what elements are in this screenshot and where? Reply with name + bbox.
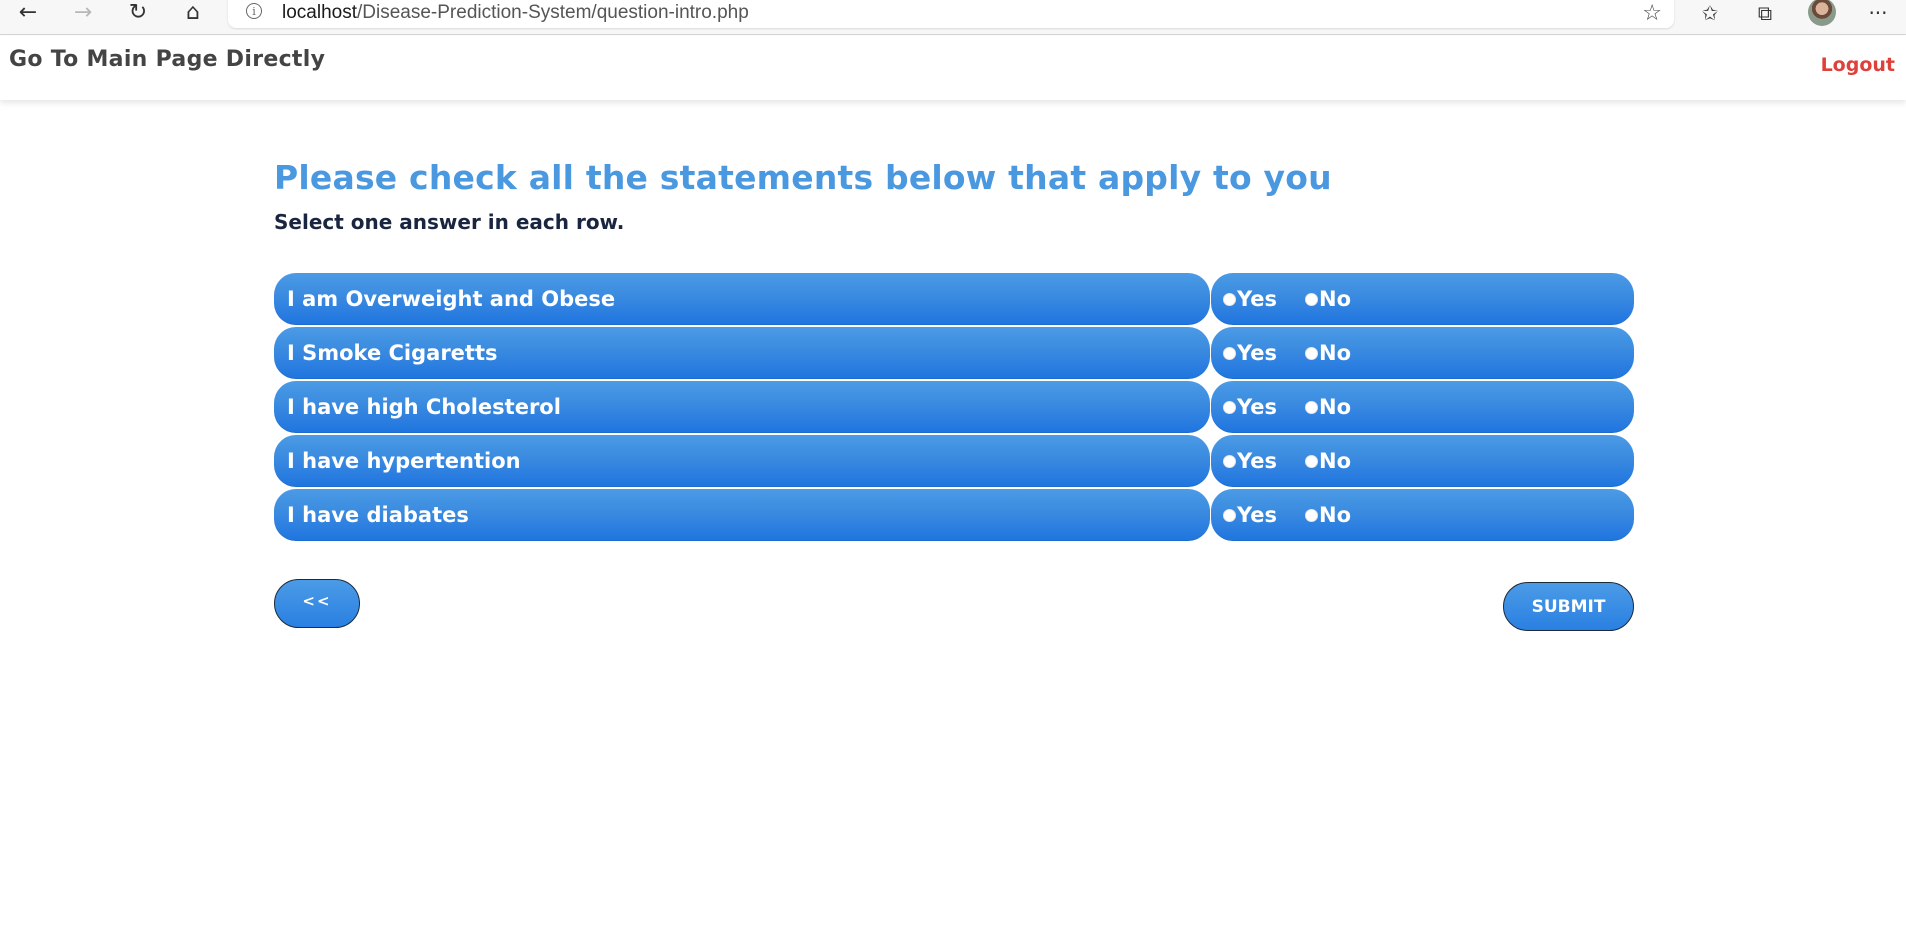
yes-option[interactable]: Yes	[1223, 341, 1277, 365]
yes-option[interactable]: Yes	[1223, 287, 1277, 311]
logout-link[interactable]: Logout	[1821, 54, 1895, 76]
question-text: I am Overweight and Obese	[287, 287, 616, 311]
question-cell: I am Overweight and Obese	[274, 273, 1210, 325]
question-row: I am Overweight and Obese Yes No	[274, 273, 1634, 327]
answer-cell: Yes No	[1211, 381, 1634, 433]
yes-label: Yes	[1237, 341, 1278, 365]
site-header: Go To Main Page Directly Logout	[0, 36, 1906, 100]
back-button[interactable]: <<	[274, 579, 360, 628]
no-label: No	[1319, 503, 1352, 527]
question-cell: I have hypertention	[274, 435, 1210, 487]
back-arrow-icon[interactable]: ←	[10, 0, 46, 26]
no-radio[interactable]	[1305, 292, 1319, 306]
url-path: /Disease-Prediction-System/question-intr…	[357, 2, 749, 23]
url-host: localhost	[282, 2, 357, 23]
yes-radio[interactable]	[1223, 454, 1236, 468]
url-text: localhost/Disease-Prediction-System/ques…	[282, 2, 749, 24]
main-page-link[interactable]: Go To Main Page Directly	[9, 47, 325, 72]
no-label: No	[1319, 287, 1352, 311]
yes-option[interactable]: Yes	[1223, 395, 1277, 419]
no-option[interactable]: No	[1305, 395, 1351, 419]
yes-label: Yes	[1237, 395, 1278, 419]
profile-avatar[interactable]	[1808, 0, 1836, 26]
yes-label: Yes	[1237, 287, 1278, 311]
yes-radio[interactable]	[1223, 346, 1236, 360]
question-text: I Smoke Cigaretts	[287, 341, 498, 365]
submit-button[interactable]: SUBMIT	[1503, 582, 1634, 631]
yes-label: Yes	[1237, 449, 1278, 473]
question-cell: I have diabates	[274, 489, 1210, 541]
no-radio[interactable]	[1305, 508, 1319, 522]
answer-cell: Yes No	[1211, 489, 1634, 541]
address-bar[interactable]: i localhost/Disease-Prediction-System/qu…	[228, 0, 1674, 28]
question-row: I have diabates Yes No	[274, 489, 1634, 543]
page-title: Please check all the statements below th…	[274, 158, 1332, 197]
yes-radio[interactable]	[1223, 400, 1236, 414]
no-label: No	[1319, 449, 1352, 473]
no-radio[interactable]	[1305, 400, 1319, 414]
question-cell: I Smoke Cigaretts	[274, 327, 1210, 379]
favorite-star-icon[interactable]: ☆	[1642, 1, 1662, 26]
no-label: No	[1319, 341, 1352, 365]
answer-cell: Yes No	[1211, 435, 1634, 487]
favorites-list-icon[interactable]: ✩	[1692, 0, 1728, 26]
collections-icon[interactable]: ⧉	[1747, 0, 1783, 26]
question-text: I have hypertention	[287, 449, 521, 473]
no-option[interactable]: No	[1305, 287, 1351, 311]
question-row: I have hypertention Yes No	[274, 435, 1634, 489]
no-option[interactable]: No	[1305, 341, 1351, 365]
info-icon[interactable]: i	[246, 3, 262, 19]
no-radio[interactable]	[1305, 454, 1319, 468]
question-row: I Smoke Cigaretts Yes No	[274, 327, 1634, 381]
answer-cell: Yes No	[1211, 273, 1634, 325]
no-option[interactable]: No	[1305, 449, 1351, 473]
yes-option[interactable]: Yes	[1223, 449, 1277, 473]
browser-toolbar: ← → ↻ ⌂ i localhost/Disease-Prediction-S…	[0, 0, 1906, 35]
no-radio[interactable]	[1305, 346, 1319, 360]
refresh-icon[interactable]: ↻	[120, 0, 156, 26]
no-option[interactable]: No	[1305, 503, 1351, 527]
yes-radio[interactable]	[1223, 508, 1236, 522]
question-text: I have diabates	[287, 503, 469, 527]
question-row: I have high Cholesterol Yes No	[274, 381, 1634, 435]
home-icon[interactable]: ⌂	[175, 0, 211, 26]
yes-option[interactable]: Yes	[1223, 503, 1277, 527]
yes-label: Yes	[1237, 503, 1278, 527]
question-text: I have high Cholesterol	[287, 395, 561, 419]
no-label: No	[1319, 395, 1352, 419]
more-menu-icon[interactable]: ···	[1860, 0, 1896, 26]
question-cell: I have high Cholesterol	[274, 381, 1210, 433]
forward-arrow-icon[interactable]: →	[65, 0, 101, 26]
page-subtitle: Select one answer in each row.	[274, 210, 625, 234]
yes-radio[interactable]	[1223, 292, 1236, 306]
answer-cell: Yes No	[1211, 327, 1634, 379]
question-table: I am Overweight and Obese Yes No I Smoke…	[274, 273, 1634, 543]
